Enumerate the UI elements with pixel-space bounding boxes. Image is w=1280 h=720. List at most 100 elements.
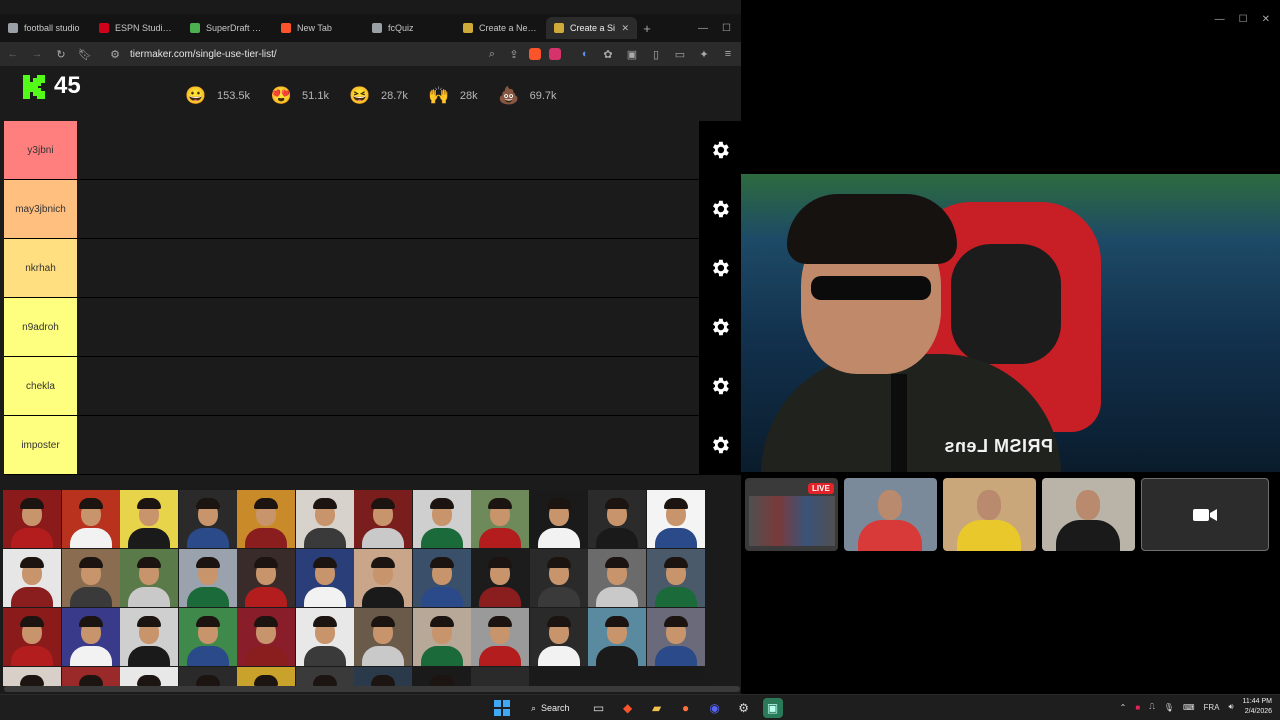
- file-explorer-icon[interactable]: ▰: [647, 698, 667, 718]
- tier-label[interactable]: y3jbni: [4, 121, 77, 179]
- tier-item-image[interactable]: [588, 608, 646, 666]
- tier-item-image[interactable]: [237, 608, 295, 666]
- reaction-button[interactable]: 💩 69.7k: [496, 84, 557, 108]
- leo-icon[interactable]: ✦: [697, 48, 711, 61]
- tier-drop-zone[interactable]: [77, 416, 699, 474]
- tier-item-image[interactable]: [471, 608, 529, 666]
- tier-item-image[interactable]: [471, 549, 529, 607]
- sidebar-icon[interactable]: ▯: [649, 48, 663, 61]
- menu-icon[interactable]: ≡: [721, 48, 735, 60]
- tier-item-image[interactable]: [61, 490, 120, 548]
- tier-item-image[interactable]: [588, 490, 646, 548]
- camera-off-tile[interactable]: [1141, 478, 1269, 551]
- tier-item-image[interactable]: [412, 608, 471, 666]
- minimize-icon[interactable]: —: [1215, 14, 1225, 25]
- tier-drop-zone[interactable]: [77, 298, 699, 356]
- tier-settings-button[interactable]: [699, 298, 741, 356]
- tier-item-image[interactable]: [178, 608, 237, 666]
- tier-settings-button[interactable]: [699, 239, 741, 297]
- browser-tab[interactable]: Create a Si ✕: [546, 17, 637, 39]
- tier-item-image[interactable]: [178, 667, 237, 686]
- reaction-button[interactable]: 🙌 28k: [426, 84, 477, 108]
- tier-settings-button[interactable]: [699, 416, 741, 474]
- tier-item-image[interactable]: [120, 549, 178, 607]
- tier-item-image[interactable]: [61, 608, 120, 666]
- reaction-button[interactable]: 😀 153.5k: [183, 84, 250, 108]
- zoom-icon[interactable]: ⌕: [485, 48, 499, 61]
- tier-settings-button[interactable]: [699, 121, 741, 179]
- tier-item-image[interactable]: [178, 490, 237, 548]
- tier-item-image[interactable]: [237, 490, 295, 548]
- tier-item-image[interactable]: [295, 549, 354, 607]
- tier-item-image[interactable]: [646, 490, 705, 548]
- participant-thumb[interactable]: [844, 478, 937, 551]
- browser-tab[interactable]: Create a New Ti: [455, 17, 546, 39]
- kick-logo-icon[interactable]: [21, 74, 47, 100]
- tier-item-image[interactable]: [237, 549, 295, 607]
- tier-drop-zone[interactable]: [77, 121, 699, 179]
- tier-item-image[interactable]: [178, 549, 237, 607]
- tier-item-image[interactable]: [588, 549, 646, 607]
- tier-label[interactable]: chekla: [4, 357, 77, 415]
- tier-label[interactable]: nkrhah: [4, 239, 77, 297]
- tray-app-icon[interactable]: ■: [1135, 703, 1140, 712]
- browser-tab[interactable]: SuperDraft Socc: [182, 17, 273, 39]
- share-icon[interactable]: ⇪: [507, 48, 521, 61]
- tier-label[interactable]: n9adroh: [4, 298, 77, 356]
- tier-item-image[interactable]: [3, 549, 61, 607]
- close-icon[interactable]: ✕: [1262, 14, 1270, 25]
- settings-icon[interactable]: ⚙: [734, 698, 754, 718]
- tier-label[interactable]: imposter: [4, 416, 77, 474]
- tier-item-image[interactable]: [61, 549, 120, 607]
- task-view-icon[interactable]: ▭: [589, 698, 609, 718]
- tier-item-image[interactable]: [3, 608, 61, 666]
- volume-icon[interactable]: 🔊︎: [1229, 702, 1234, 712]
- usb-icon[interactable]: ⎍: [1149, 702, 1155, 712]
- tier-item-image[interactable]: [646, 608, 705, 666]
- browser-tab[interactable]: New Tab: [273, 17, 364, 39]
- tier-item-image[interactable]: [120, 608, 178, 666]
- url-text[interactable]: tiermaker.com/single-use-tier-list/: [130, 49, 477, 60]
- tier-item-image[interactable]: [354, 490, 412, 548]
- tier-item-image[interactable]: [471, 667, 529, 686]
- maximize-icon[interactable]: ☐: [1239, 14, 1248, 25]
- tier-settings-button[interactable]: [699, 357, 741, 415]
- windows-start-icon[interactable]: [492, 698, 512, 718]
- minimize-icon[interactable]: —: [698, 23, 708, 34]
- app-icon[interactable]: ▣: [762, 698, 783, 718]
- microphone-icon[interactable]: 🎙︎: [1164, 703, 1174, 712]
- speech-icon[interactable]: ◖: [577, 48, 591, 60]
- tier-item-image[interactable]: [354, 608, 412, 666]
- back-icon[interactable]: ←: [6, 48, 20, 60]
- keyboard-icon[interactable]: ⌨: [1183, 703, 1195, 712]
- new-tab-button[interactable]: +: [637, 21, 657, 36]
- tier-item-image[interactable]: [646, 667, 705, 686]
- tier-item-image[interactable]: [295, 490, 354, 548]
- tier-item-image[interactable]: [471, 490, 529, 548]
- tier-drop-zone[interactable]: [77, 357, 699, 415]
- tier-item-image[interactable]: [529, 549, 588, 607]
- rewards-icon[interactable]: [549, 48, 561, 60]
- tier-item-image[interactable]: [295, 667, 354, 686]
- tier-label[interactable]: may3jbnich: [4, 180, 77, 238]
- tier-item-image[interactable]: [354, 549, 412, 607]
- tier-item-image[interactable]: [646, 549, 705, 607]
- participant-thumb[interactable]: [1042, 478, 1135, 551]
- maximize-icon[interactable]: ☐: [722, 23, 731, 34]
- taskbar-search[interactable]: ⌕ Search: [521, 698, 580, 718]
- tier-drop-zone[interactable]: [77, 239, 699, 297]
- horizontal-scrollbar[interactable]: [4, 686, 740, 692]
- clock[interactable]: 11:44 PM 2/4/2026: [1243, 697, 1272, 717]
- browser-tab[interactable]: fcQuiz: [364, 17, 455, 39]
- tier-item-image[interactable]: [588, 667, 646, 686]
- brave-shields-icon[interactable]: [529, 48, 541, 60]
- tier-item-image[interactable]: [529, 490, 588, 548]
- reload-icon[interactable]: ↻: [54, 48, 68, 61]
- site-info-icon[interactable]: ⚙︎: [108, 48, 122, 61]
- extensions-icon[interactable]: ✿: [601, 48, 615, 61]
- discord-icon[interactable]: ◉: [705, 698, 725, 718]
- reaction-button[interactable]: 😍 51.1k: [268, 84, 329, 108]
- participant-thumb[interactable]: [943, 478, 1036, 551]
- tier-drop-zone[interactable]: [77, 180, 699, 238]
- tier-item-image[interactable]: [237, 667, 295, 686]
